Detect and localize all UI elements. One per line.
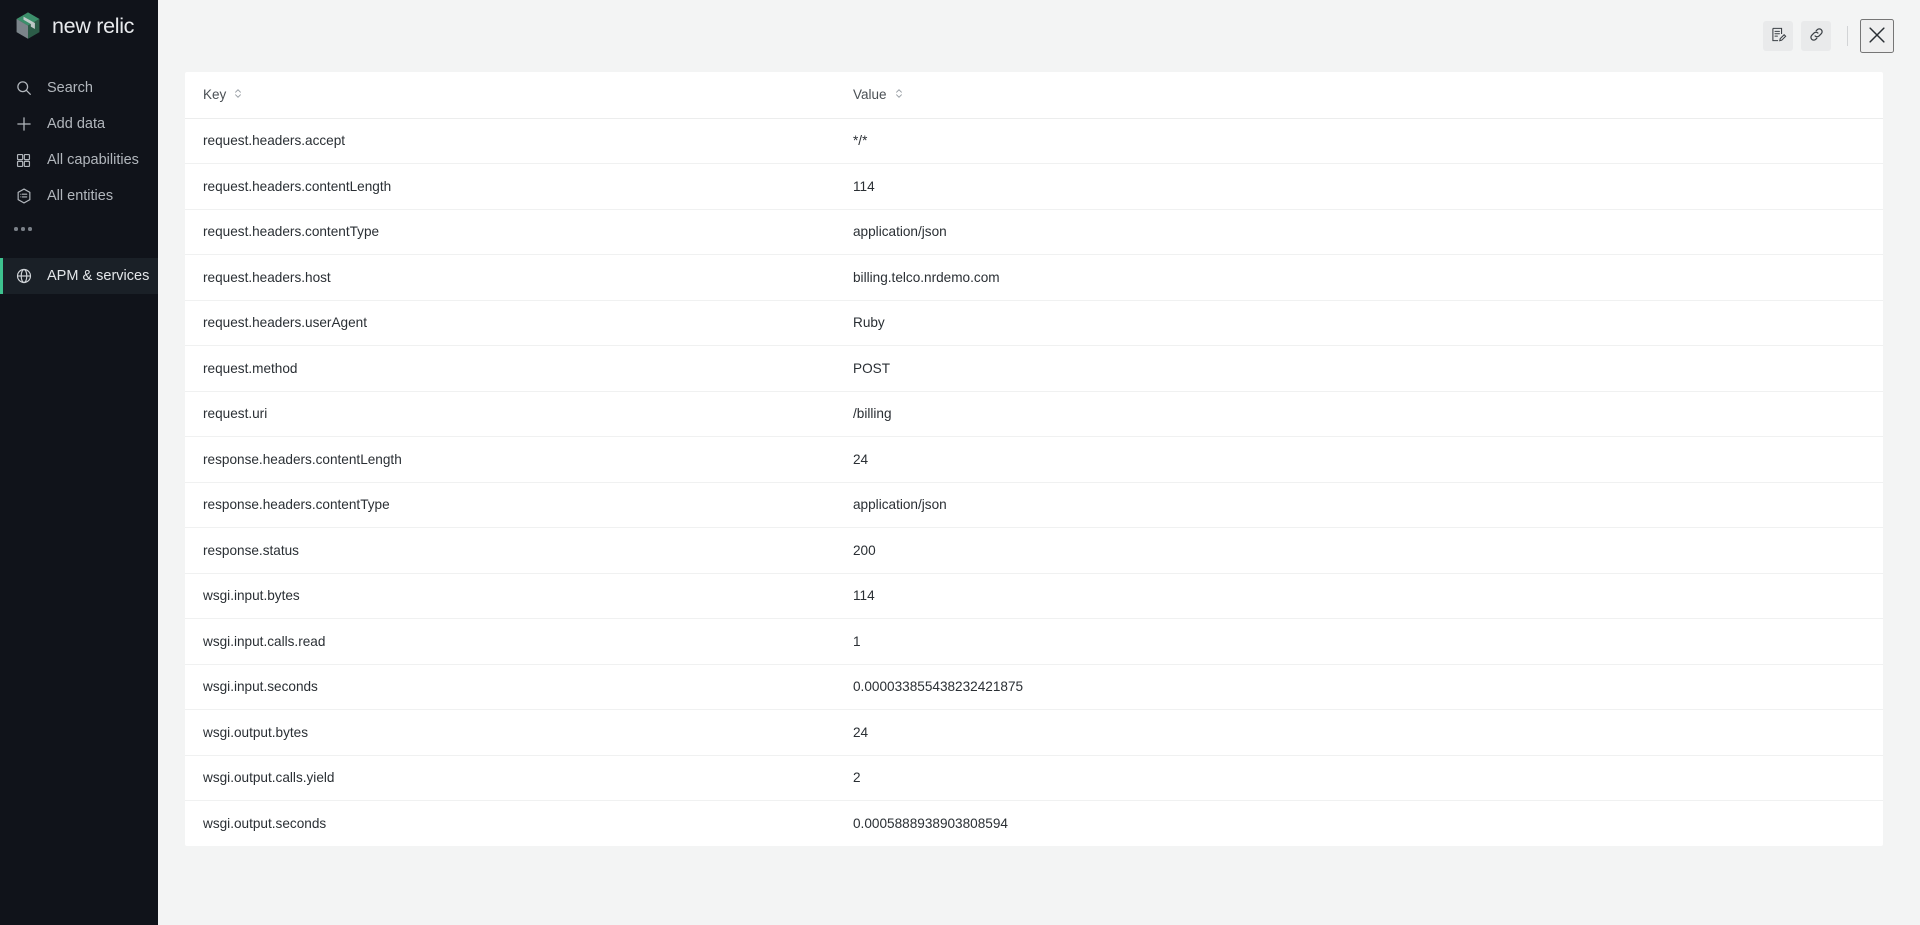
dot: [21, 227, 25, 231]
sidebar-nav: Search Add data All capabilities All ent…: [0, 70, 158, 294]
column-header-key-label: Key: [203, 87, 227, 103]
table-row[interactable]: request.headers.accept */*: [185, 118, 1883, 164]
panel-toolbar: [158, 0, 1920, 72]
cell-key: request.headers.userAgent: [185, 300, 835, 346]
brand-logo[interactable]: new relic: [0, 0, 158, 52]
column-header-value-label: Value: [853, 87, 887, 103]
sidebar-item-label: APM & services: [47, 268, 150, 284]
main-panel: Key Value request.headers.accept */* req…: [158, 0, 1920, 925]
cell-value: POST: [835, 345, 1883, 392]
sort-chevron-icon: [894, 87, 904, 103]
table-header: Key Value: [185, 72, 1883, 119]
cell-value: 2: [835, 755, 1883, 801]
table-row[interactable]: response.headers.contentType application/…: [185, 482, 1883, 528]
sidebar-more-button[interactable]: [0, 214, 158, 244]
table-header-row: Key Value: [185, 72, 1883, 119]
cell-key: wsgi.input.seconds: [185, 664, 835, 710]
search-icon: [14, 79, 33, 98]
table-row[interactable]: request.headers.contentLength 114: [185, 163, 1883, 210]
annotate-button[interactable]: [1763, 21, 1793, 51]
column-header-value[interactable]: Value: [835, 72, 1883, 119]
plus-icon: [14, 115, 33, 134]
cell-value: /billing: [835, 391, 1883, 437]
copy-link-button[interactable]: [1801, 21, 1831, 51]
sidebar-item-search[interactable]: Search: [0, 70, 158, 106]
cell-value: 114: [835, 163, 1883, 210]
cell-key: request.headers.host: [185, 254, 835, 301]
table-row[interactable]: request.headers.host billing.telco.nrdemo…: [185, 254, 1883, 301]
cell-key: wsgi.input.bytes: [185, 573, 835, 619]
sidebar-item-label: All capabilities: [47, 152, 139, 168]
toolbar-divider: [1847, 26, 1848, 46]
sidebar-item-label: All entities: [47, 188, 114, 204]
cell-key: request.uri: [185, 391, 835, 437]
table-body: request.headers.accept */* request.headers…: [185, 118, 1883, 846]
table-row[interactable]: request.headers.contentType application/j…: [185, 209, 1883, 255]
table-row[interactable]: wsgi.output.bytes 24: [185, 709, 1883, 756]
cell-value: 24: [835, 709, 1883, 756]
sidebar-item-all-entities[interactable]: All entities: [0, 178, 158, 214]
cell-value: billing.telco.nrdemo.com: [835, 254, 1883, 301]
attributes-table-container: Key Value request.headers.accept */* req…: [185, 72, 1883, 846]
cell-value: 0.0005888938903808594: [853, 816, 1008, 831]
cell-key: wsgi.output.bytes: [185, 709, 835, 756]
cell-key: response.status: [185, 527, 835, 574]
sidebar: new relic Search Add data All capabiliti…: [0, 0, 158, 925]
dot: [28, 227, 32, 231]
cell-key: wsgi.output.calls.yield: [185, 755, 835, 801]
cell-value: application/json: [835, 482, 1883, 528]
attributes-table: Key Value request.headers.accept */* req…: [185, 72, 1883, 846]
cell-value: 114: [835, 573, 1883, 619]
table-row[interactable]: wsgi.input.bytes 114: [185, 573, 1883, 619]
cell-value: */*: [835, 118, 1883, 164]
table-row[interactable]: response.status 200: [185, 527, 1883, 574]
cell-key: request.method: [185, 345, 835, 392]
app-root: new relic Search Add data All capabiliti…: [0, 0, 1920, 925]
cell-value: 200: [835, 527, 1883, 574]
cell-key: wsgi.output.seconds: [203, 816, 327, 831]
dot: [14, 227, 18, 231]
table-row[interactable]: request.method POST: [185, 345, 1883, 392]
cell-value: 24: [835, 436, 1883, 483]
brand-name: new relic: [52, 13, 135, 38]
table-row[interactable]: wsgi.output.seconds 0.0005888938903808594: [185, 801, 1883, 847]
globe-icon: [14, 267, 33, 286]
table-row[interactable]: response.headers.contentLength 24: [185, 436, 1883, 483]
cell-key: request.headers.accept: [185, 118, 835, 164]
cell-key: wsgi.input.calls.read: [185, 618, 835, 665]
sidebar-item-label: Add data: [47, 116, 106, 132]
sidebar-item-add-data[interactable]: Add data: [0, 106, 158, 142]
hexagon-list-icon: [14, 187, 33, 206]
sidebar-item-label: Search: [47, 80, 93, 96]
cell-value: Ruby: [835, 300, 1883, 346]
sidebar-item-all-capabilities[interactable]: All capabilities: [0, 142, 158, 178]
new-relic-cube-icon: [14, 11, 42, 41]
table-row[interactable]: wsgi.input.seconds 0.00003385543823242187…: [185, 664, 1883, 710]
cell-value: 0.000033855438232421875: [835, 664, 1883, 710]
sidebar-item-apm-and-services[interactable]: APM & services: [0, 258, 158, 294]
table-row[interactable]: request.headers.userAgent Ruby: [185, 300, 1883, 346]
cell-value: application/json: [835, 209, 1883, 255]
cell-key: response.headers.contentType: [185, 482, 835, 528]
table-row[interactable]: wsgi.input.calls.read 1: [185, 618, 1883, 665]
cell-value: 1: [835, 618, 1883, 665]
grid-icon: [14, 151, 33, 170]
column-header-key[interactable]: Key: [185, 72, 835, 119]
link-icon: [1808, 26, 1825, 46]
sidebar-divider: [0, 244, 158, 258]
close-button[interactable]: [1860, 19, 1894, 53]
sort-chevron-icon: [233, 87, 243, 103]
note-edit-icon: [1770, 26, 1787, 46]
cell-key: request.headers.contentLength: [185, 163, 835, 210]
cell-key: request.headers.contentType: [185, 209, 835, 255]
cell-key: response.headers.contentLength: [185, 436, 835, 483]
table-row[interactable]: request.uri/billing: [185, 391, 1883, 437]
close-icon: [1866, 24, 1888, 49]
table-row[interactable]: wsgi.output.calls.yield 2: [185, 755, 1883, 801]
